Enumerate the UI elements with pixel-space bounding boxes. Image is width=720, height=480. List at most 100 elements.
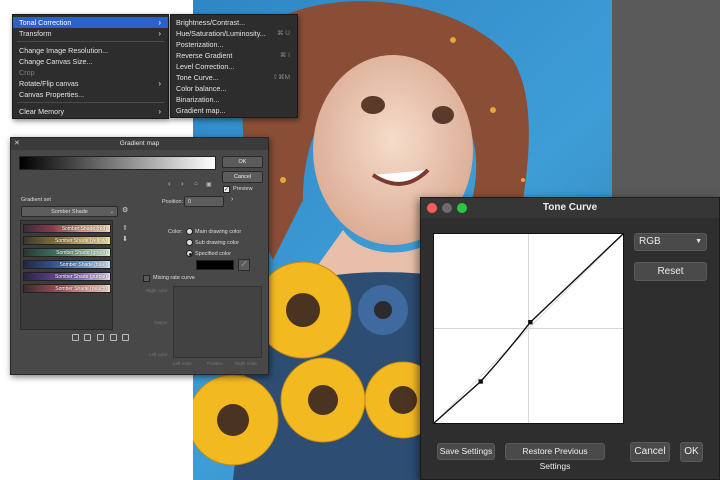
gradient-preview-bar[interactable] (19, 156, 216, 170)
shortcut-label: ⌘ U (277, 30, 290, 37)
left-node-label: Left node (173, 361, 192, 366)
submenu-item-gradient-map[interactable]: Gradient map... (171, 105, 297, 116)
specified-color-swatch[interactable] (196, 260, 234, 270)
delete-node-icon[interactable]: ▣ (206, 181, 212, 188)
menu-item-rotate-flip-canvas[interactable]: Rotate/Flip canvas › (13, 78, 168, 89)
eyedropper-icon[interactable]: ⟋ (238, 259, 250, 271)
submenu-item-reverse-gradient[interactable]: Reverse Gradient ⌘ I (171, 50, 297, 61)
reset-button[interactable]: Reset (634, 262, 707, 281)
submenu-item-hue-saturation[interactable]: Hue/Saturation/Luminosity... ⌘ U (171, 28, 297, 39)
menu-item-label: Clear Memory (19, 107, 65, 116)
preview-checkbox[interactable]: ✓ (223, 186, 230, 193)
gradient-set-select[interactable]: Somber Shade ⌄ (21, 206, 118, 217)
curve-control-point[interactable] (478, 379, 483, 384)
add-gradient-icon[interactable]: ⌂ (194, 181, 198, 187)
submenu-item-label: Reverse Gradient (176, 51, 233, 60)
submenu-item-level-correction[interactable]: Level Correction... (171, 61, 297, 72)
gradient-item[interactable]: Somber Shade (purple) (23, 272, 111, 281)
submenu-item-label: Hue/Saturation/Luminosity... (176, 29, 266, 38)
submenu-item-binarization[interactable]: Binarization... (171, 94, 297, 105)
image-edit-menu: Tonal Correction › Transform › Change Im… (12, 14, 169, 119)
chevron-right-icon: › (158, 79, 161, 88)
move-down-icon[interactable]: ⬇ (122, 235, 128, 243)
submenu-item-label: Gradient map... (176, 106, 226, 115)
curve-control-point[interactable] (528, 320, 533, 325)
tone-curve-graph[interactable] (433, 233, 624, 424)
sub-color-label: Sub drawing color (195, 240, 240, 246)
gradient-set-list: Somber Shade (red) Somber Shade (yellow) S… (20, 220, 113, 330)
save-gradient-icon[interactable] (110, 334, 117, 341)
right-node-label: Right node (235, 361, 257, 366)
menu-item-label: Change Canvas Size... (19, 57, 93, 66)
gradient-item[interactable]: Somber Shade (peach) (23, 284, 111, 293)
chevron-left-icon[interactable]: ‹ (168, 179, 171, 188)
tone-curve-plot[interactable] (433, 233, 624, 424)
gradient-item[interactable]: Somber Shade (red) (23, 224, 111, 233)
submenu-item-brightness-contrast[interactable]: Brightness/Contrast... (171, 17, 297, 28)
cancel-button[interactable]: Cancel (630, 442, 670, 462)
menu-item-transform[interactable]: Transform › (13, 28, 168, 39)
duplicate-gradient-icon[interactable] (97, 334, 104, 341)
import-gradient-icon[interactable] (84, 334, 91, 341)
menu-item-label: Change Image Resolution... (19, 46, 109, 55)
menu-separator (17, 41, 164, 42)
save-settings-button[interactable]: Save Settings (437, 443, 495, 460)
menu-item-change-image-resolution[interactable]: Change Image Resolution... (13, 45, 168, 56)
mixing-rate-graph[interactable] (173, 286, 262, 358)
close-window-icon[interactable] (427, 203, 437, 213)
menu-item-tonal-correction[interactable]: Tonal Correction › (13, 17, 168, 28)
dialog-title: Gradient map (119, 140, 160, 147)
gradient-set-label: Gradient set (21, 197, 51, 203)
position-input[interactable]: 0 (184, 196, 224, 207)
output-axis-label: Output (154, 320, 168, 325)
submenu-item-tone-curve[interactable]: Tone Curve... ⇧⌘M (171, 72, 297, 83)
submenu-item-label: Level Correction... (176, 62, 235, 71)
settings-icon[interactable]: ⚙ (122, 206, 128, 214)
main-color-radio[interactable] (186, 228, 193, 235)
submenu-item-posterization[interactable]: Posterization... (171, 39, 297, 50)
chevron-right-icon: › (158, 29, 161, 38)
menu-separator (17, 102, 164, 103)
minimize-window-icon[interactable] (442, 203, 452, 213)
chevron-down-icon: ▼ (695, 238, 702, 245)
chevron-right-icon[interactable]: › (181, 179, 184, 188)
mixing-rate-label: Mixing rate curve (153, 275, 195, 281)
channel-value: RGB (639, 236, 661, 247)
position-axis-label: Position (207, 361, 224, 366)
zoom-window-icon[interactable] (457, 203, 467, 213)
menu-item-change-canvas-size[interactable]: Change Canvas Size... (13, 56, 168, 67)
submenu-item-label: Color balance... (176, 84, 227, 93)
submenu-item-label: Posterization... (176, 40, 224, 49)
ok-button[interactable]: OK (222, 156, 263, 168)
position-value: 0 (188, 199, 192, 205)
mixing-rate-checkbox[interactable] (143, 275, 150, 282)
gradient-item[interactable]: Somber Shade (yellow) (23, 236, 111, 245)
close-icon[interactable]: ✕ (14, 138, 20, 150)
menu-item-crop: Crop (13, 67, 168, 78)
move-up-icon[interactable]: ⬆ (122, 224, 128, 232)
menu-item-label: Canvas Properties... (19, 90, 85, 99)
left-color-axis-label: Left color (149, 352, 168, 357)
ok-button[interactable]: OK (680, 442, 703, 462)
trash-icon[interactable] (122, 334, 129, 341)
sub-color-radio[interactable] (186, 239, 193, 246)
chevron-down-icon: ⌄ (109, 209, 114, 215)
gradient-map-dialog: ✕ Gradient map OK Cancel ✓ Preview ‹ › ⌂… (10, 137, 269, 375)
specified-color-radio[interactable] (186, 250, 193, 257)
submenu-item-label: Binarization... (176, 95, 220, 104)
main-color-label: Main drawing color (195, 229, 242, 235)
restore-previous-settings-button[interactable]: Restore Previous Settings (505, 443, 605, 471)
add-gradient-set-icon[interactable] (72, 334, 79, 341)
gradient-item[interactable]: Somber Shade (green) (23, 248, 111, 257)
tone-curve-dialog: Tone Curve RGB ▼ Reset Save Settings Res… (420, 197, 720, 480)
submenu-item-label: Brightness/Contrast... (176, 18, 246, 27)
menu-item-canvas-properties[interactable]: Canvas Properties... (13, 89, 168, 100)
gradient-item[interactable]: Somber Shade (blue) (23, 260, 111, 269)
cancel-button[interactable]: Cancel (222, 171, 263, 183)
chevron-right-icon[interactable]: › (231, 196, 233, 203)
submenu-item-color-balance[interactable]: Color balance... (171, 83, 297, 94)
channel-select[interactable]: RGB ▼ (634, 233, 707, 251)
position-label: Position: (162, 199, 184, 205)
menu-item-clear-memory[interactable]: Clear Memory › (13, 106, 168, 117)
dialog-title: Tone Curve (542, 202, 598, 213)
